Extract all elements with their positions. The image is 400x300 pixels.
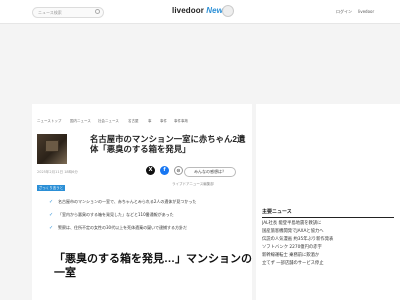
sidebar-news-item[interactable]: ソフトバンク 2270億円の赤字 <box>262 244 394 252</box>
share-x-button[interactable]: X <box>146 166 155 175</box>
breadcrumb-item[interactable]: 事 <box>148 118 152 124</box>
article-date: 2025年2月11日 18時6分 <box>37 170 78 174</box>
comment-button[interactable]: みんなの感想は？ <box>184 167 236 177</box>
article-source[interactable]: ライブドアニュース編集部 <box>172 182 214 187</box>
share-link-button[interactable]: ⊝ <box>174 166 183 175</box>
ad-banner-area <box>0 24 400 104</box>
check-icon: ✓ <box>49 199 54 205</box>
check-icon: ✓ <box>49 225 54 231</box>
sidebar: 主要ニュース JAL社長 能登半島地震を教訓に 国産旅客機開発でJAXAと協力へ… <box>256 104 400 300</box>
mascot-icon <box>222 5 234 17</box>
site-header: ニュース検索 livedoor News ログイン livedoor <box>0 0 400 24</box>
logo-main: livedoor <box>172 6 204 15</box>
breadcrumb-item[interactable]: 名古屋 <box>128 118 139 124</box>
login-link[interactable]: ログイン <box>336 9 352 15</box>
summary-tag: ざっくり言うと <box>37 185 65 191</box>
search-input[interactable]: ニュース検索 <box>32 7 104 18</box>
breadcrumb-item[interactable]: 事件 <box>160 118 167 124</box>
share-facebook-button[interactable]: f <box>160 166 169 175</box>
thumbnail-photo-detail <box>45 140 59 152</box>
sidebar-title: 主要ニュース <box>262 209 292 215</box>
search-icon[interactable] <box>95 9 100 14</box>
signup-link[interactable]: livedoor <box>358 9 374 14</box>
breadcrumb-item[interactable]: 国内ニュース <box>70 118 91 124</box>
sidebar-news-item[interactable]: 伝説の人気漫画 約35年ぶり新作発表 <box>262 236 394 244</box>
breadcrumb-item[interactable]: ニューストップ <box>37 118 61 124</box>
sidebar-news-item[interactable]: 国産旅客機開発でJAXAと協力へ <box>262 228 394 236</box>
check-icon: ✓ <box>49 212 54 218</box>
site-logo[interactable]: livedoor News <box>172 6 228 15</box>
summary-point: 「室内から悪臭のする箱を発見した」などと110番通報があった <box>58 212 174 217</box>
article-section-heading: 「悪臭のする箱を発見…」マンションの一室 <box>54 253 252 279</box>
sidebar-news-item[interactable]: 立てず 一部店舗のサービス停止 <box>262 260 394 268</box>
article-title: 名古屋市のマンション一室に赤ちゃん2遺体「悪臭のする箱を発見」 <box>90 134 246 155</box>
breadcrumb-item[interactable]: 事件事故 <box>174 118 188 124</box>
summary-point: 警察は、住所不定の女性の30代以上を死体遺棄の疑いで逮捕する方針だ <box>58 225 187 230</box>
article-main: ニューストップ 国内ニュース 社会ニュース 名古屋 事 事件 事件事故 名古屋市… <box>32 104 252 300</box>
sidebar-news-item[interactable]: 新幹線運転士 乗務前に飲酒か <box>262 252 394 260</box>
article-thumbnail[interactable] <box>37 134 67 164</box>
search-placeholder: ニュース検索 <box>38 10 62 15</box>
breadcrumb-item[interactable]: 社会ニュース <box>98 118 119 124</box>
summary-point: 名古屋市のマンションの一室で、赤ちゃんとみられる2人の遺体が見つかった <box>58 199 197 204</box>
sidebar-news-item[interactable]: JAL社長 能登半島地震を教訓に <box>262 220 394 228</box>
sidebar-divider <box>262 217 394 218</box>
